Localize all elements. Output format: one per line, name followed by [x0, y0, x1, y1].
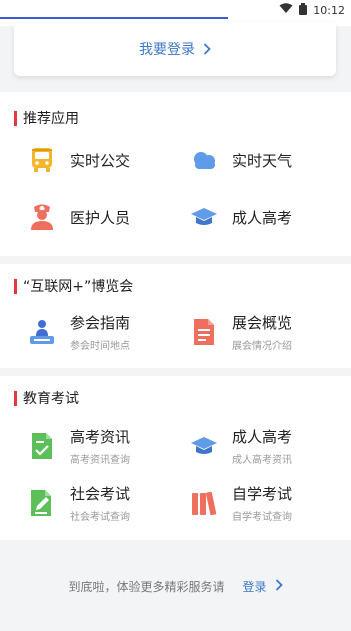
section-bar [14, 110, 17, 126]
footer-login-label: 登录 [242, 580, 267, 594]
section-title-text: 教育考试 [23, 391, 79, 407]
edu-label: 自学考试 [232, 485, 293, 503]
graduation-cap-icon [190, 432, 218, 460]
edu-sub: 自学考试查询 [232, 512, 292, 523]
check-document-icon [28, 432, 56, 460]
section-title-text: “互联网+”博览会 [23, 279, 134, 295]
edu-sub: 高考资讯查询 [70, 455, 130, 466]
wifi-icon [279, 3, 293, 17]
app-item-adult-exam[interactable]: 成人高考 [190, 203, 292, 231]
expo-sub: 参会时间地点 [70, 341, 130, 352]
app-label: 成人高考 [232, 208, 293, 227]
edu-sub: 社会考试查询 [70, 512, 130, 523]
footer: 到底啦，体验更多精彩服务请 登录 [0, 542, 351, 631]
books-icon [190, 489, 218, 517]
edu-label: 社会考试 [70, 485, 131, 503]
app-label: 实时天气 [232, 151, 293, 170]
expo-item-overview[interactable]: 展会概览 展会情况介绍 [190, 312, 292, 352]
chevron-right-icon [275, 579, 283, 594]
status-icons: 10:12 [279, 2, 345, 18]
expo-label: 展会概览 [232, 314, 293, 332]
section-expo: “互联网+”博览会 参会指南 参会时间地点 展会概览 展会情况介绍 [0, 264, 351, 368]
status-accent-line [0, 17, 228, 19]
graduation-cap-icon [190, 203, 218, 231]
section-title: “互联网+”博览会 [14, 276, 133, 296]
edu-label: 成人高考 [232, 428, 293, 446]
expo-label: 参会指南 [70, 314, 131, 332]
edit-document-icon [28, 489, 56, 517]
battery-icon [299, 2, 308, 18]
app-item-medical[interactable]: 医护人员 [28, 203, 130, 231]
footer-text: 到底啦，体验更多精彩服务请 [68, 580, 225, 594]
edu-label: 高考资讯 [70, 428, 131, 446]
document-icon [190, 318, 218, 346]
nurse-icon [28, 203, 56, 231]
cloud-icon [190, 146, 218, 174]
section-title: 推荐应用 [14, 108, 79, 128]
section-education: 教育考试 高考资讯 高考资讯查询 成人高考 成人高考资讯 社会考试 社会考试查询… [0, 376, 351, 540]
footer-login-link[interactable]: 登录 [243, 578, 283, 595]
login-card[interactable]: 我要登录 [14, 22, 336, 76]
edu-sub: 成人高考资讯 [232, 455, 292, 466]
section-title: 教育考试 [14, 388, 79, 408]
status-time: 10:12 [313, 3, 345, 17]
app-item-bus[interactable]: 实时公交 [28, 146, 130, 174]
app-label: 医护人员 [70, 208, 131, 227]
attendee-icon [28, 318, 56, 346]
expo-item-guide[interactable]: 参会指南 参会时间地点 [28, 312, 130, 352]
edu-item-self-study[interactable]: 自学考试 自学考试查询 [190, 483, 292, 523]
app-label: 实时公交 [70, 151, 131, 170]
edu-item-gaokao-news[interactable]: 高考资讯 高考资讯查询 [28, 426, 130, 466]
bus-icon [28, 146, 56, 174]
section-bar [14, 278, 17, 294]
edu-item-social-exam[interactable]: 社会考试 社会考试查询 [28, 483, 130, 523]
expo-sub: 展会情况介绍 [232, 341, 292, 352]
login-label: 我要登录 [139, 42, 195, 58]
chevron-right-icon [203, 40, 211, 59]
section-bar [14, 390, 17, 406]
app-item-weather[interactable]: 实时天气 [190, 146, 292, 174]
section-title-text: 推荐应用 [23, 111, 79, 127]
edu-item-adult-exam[interactable]: 成人高考 成人高考资讯 [190, 426, 292, 466]
section-recommended: 推荐应用 实时公交 实时天气 医护人员 成人高考 [0, 92, 351, 256]
